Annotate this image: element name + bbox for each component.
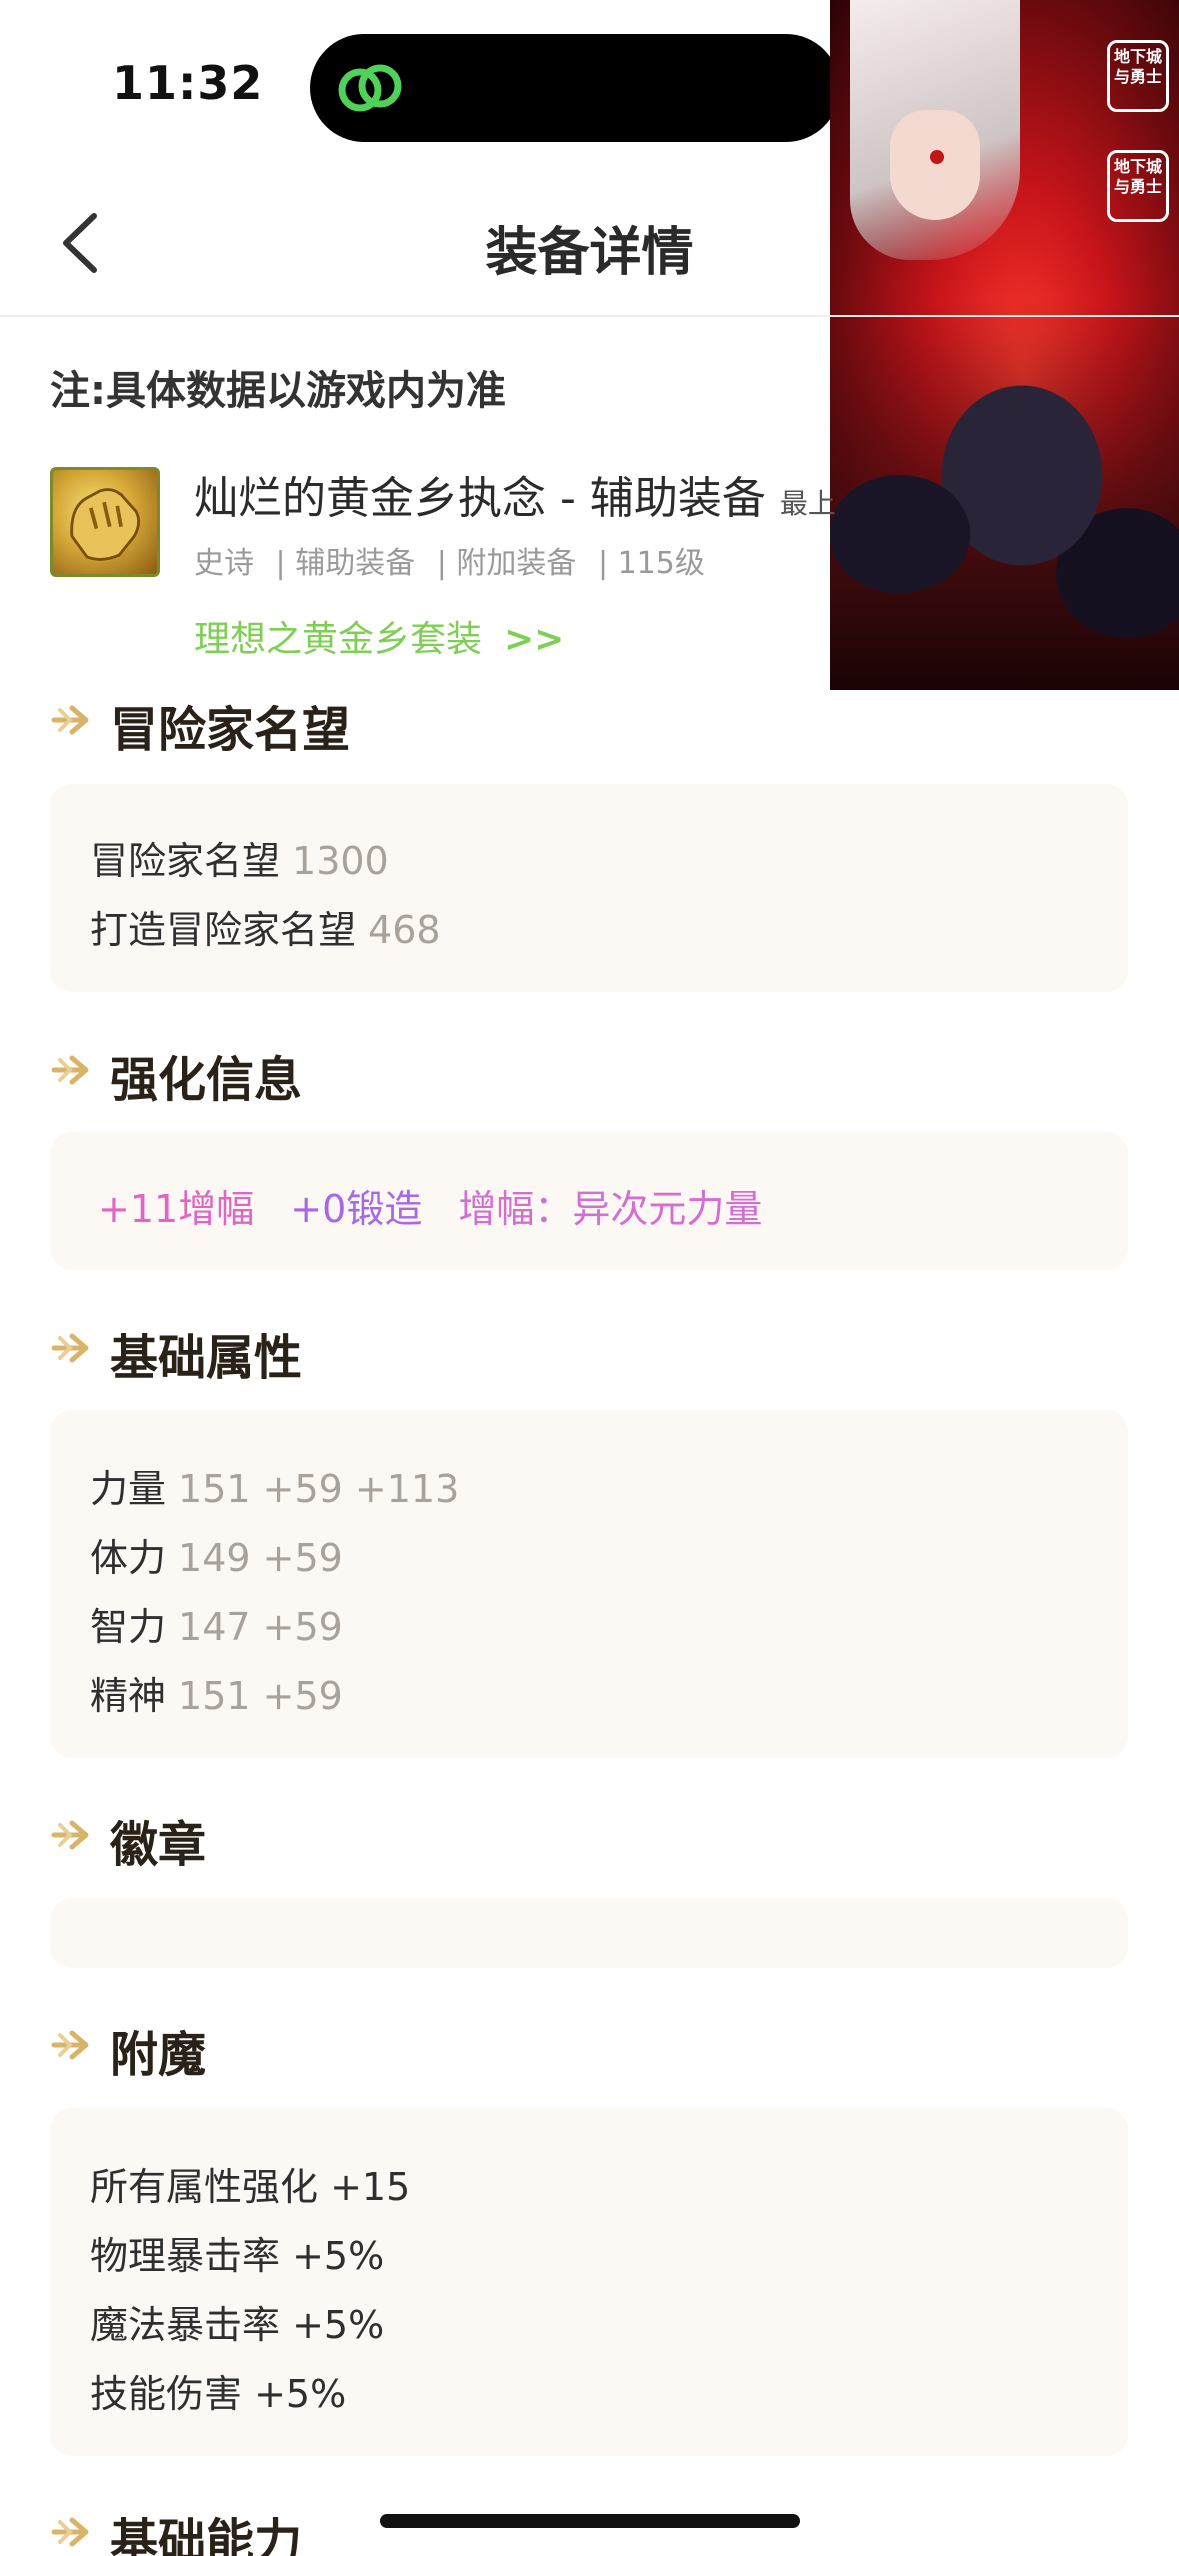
arrow-right-icon <box>51 1055 89 1085</box>
status-time: 11:32 <box>112 56 264 110</box>
enchant-line: 所有属性强化 +15 <box>90 2165 411 2209</box>
nav-divider <box>0 315 1179 317</box>
character-group <box>830 300 1179 690</box>
equipment-detail-page: 11:32 地下城与勇士 地下城与勇士 装备详情 注:具体数据以游戏内为准 灿烂… <box>0 0 1179 2556</box>
amplify-level: +11增幅 <box>98 1187 255 1231</box>
set-link[interactable]: 理想之黄金乡套装 >> <box>194 610 564 662</box>
reputation-card: 冒险家名望 1300 打造冒险家名望 468 <box>50 784 1128 992</box>
enhance-card: +11增幅 +0锻造 增幅：异次元力量 <box>50 1132 1128 1270</box>
arrow-right-icon <box>51 1333 89 1363</box>
stat-vitality: 体力 149 +59 <box>90 1536 343 1580</box>
stat-intelligence: 智力 147 +59 <box>90 1605 343 1649</box>
data-disclaimer: 注:具体数据以游戏内为准 <box>50 368 506 414</box>
item-level: | 115级 <box>597 546 705 581</box>
page-title: 装备详情 <box>485 223 694 283</box>
base-stats-card: 力量 151 +59 +113 体力 149 +59 智力 147 +59 精神 151… <box>50 1410 1128 1758</box>
set-arrows: >> <box>504 619 565 660</box>
item-grade: 最上 <box>779 487 836 520</box>
arrow-right-icon <box>51 705 89 735</box>
item-slot: | 辅助装备 <box>275 546 416 581</box>
promo-picture-in-picture[interactable]: 地下城与勇士 地下城与勇士 <box>830 0 1179 690</box>
home-indicator[interactable] <box>380 2514 800 2528</box>
arrow-right-icon <box>51 1820 89 1850</box>
reputation-line: 冒险家名望 1300 <box>90 839 389 883</box>
character-eye <box>930 150 944 164</box>
amplify-type: 增幅：异次元力量 <box>458 1187 763 1231</box>
section-title: 强化信息 <box>110 1052 303 1108</box>
item-name-text: 灿烂的黄金乡执念 - 辅助装备 <box>194 473 766 524</box>
golden-gauntlet-icon <box>50 467 160 577</box>
game-logo: 地下城与勇士 <box>1107 40 1169 112</box>
item-name: 灿烂的黄金乡执念 - 辅助装备 最上 <box>194 462 836 526</box>
link-rings-icon <box>338 64 402 112</box>
stat-strength: 力量 151 +59 +113 <box>90 1467 460 1511</box>
emblem-card <box>50 1898 1128 1968</box>
arrow-right-icon <box>51 2517 89 2547</box>
section-title: 基础属性 <box>110 1330 303 1386</box>
enchant-card: 所有属性强化 +15 物理暴击率 +5% 魔法暴击率 +5% 技能伤害 +5% <box>50 2108 1128 2456</box>
stat-spirit: 精神 151 +59 <box>90 1674 343 1718</box>
section-title: 徽章 <box>110 1817 207 1873</box>
dynamic-island <box>310 34 840 142</box>
item-category: | 附加装备 <box>436 546 577 581</box>
section-title: 基础能力 <box>110 2514 303 2556</box>
enchant-line: 技能伤害 +5% <box>90 2372 347 2416</box>
enhance-line: +11增幅 +0锻造 增幅：异次元力量 <box>98 1178 762 1233</box>
item-meta: 史诗 | 辅助装备 | 附加装备 | 115级 <box>194 538 717 582</box>
enchant-line: 魔法暴击率 +5% <box>90 2303 385 2347</box>
forge-level: +0锻造 <box>290 1187 423 1231</box>
character-face <box>890 110 980 220</box>
crafted-reputation-line: 打造冒险家名望 468 <box>90 908 441 952</box>
enchant-line: 物理暴击率 +5% <box>90 2234 385 2278</box>
arrow-right-icon <box>51 2030 89 2060</box>
section-title: 附魔 <box>110 2027 207 2083</box>
set-name: 理想之黄金乡套装 <box>194 619 483 660</box>
item-rarity: 史诗 <box>194 546 254 581</box>
section-title: 冒险家名望 <box>110 702 351 758</box>
